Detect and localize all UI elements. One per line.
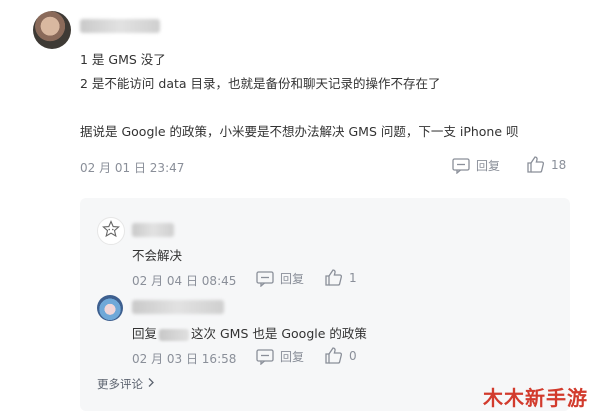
- reply-icon: [452, 157, 470, 174]
- reply-2-timestamp: 02 月 03 日 16:58: [132, 352, 237, 366]
- comment-line-3: 据说是 Google 的政策，小米要是不想办法解决 GMS 问题，下一支 iPh…: [80, 124, 519, 139]
- reply-2-mention-redacted[interactable]: [159, 328, 190, 341]
- commenter-avatar[interactable]: [33, 11, 71, 49]
- reply-2-prefix: 回复: [132, 326, 158, 341]
- reply-2-avatar[interactable]: [97, 295, 123, 321]
- reply-1-reply-label: 回复: [280, 272, 305, 286]
- reply-1-like-count: 1: [349, 270, 357, 285]
- comment-line-1: 1 是 GMS 没了: [80, 52, 166, 67]
- comment-reply-label: 回复: [476, 159, 501, 173]
- reply-2-like-count: 0: [349, 348, 357, 363]
- thumbs-up-icon: [526, 155, 545, 174]
- reply-1-avatar[interactable]: [97, 217, 125, 245]
- reply-1-text: 不会解决: [132, 248, 183, 263]
- reply-1-timestamp: 02 月 04 日 08:45: [132, 274, 237, 288]
- watermark-logo: 木木新手游: [483, 386, 588, 410]
- comment-like-count: 18: [551, 157, 567, 172]
- commenter-name-redacted[interactable]: [80, 19, 160, 33]
- reply-2-like-button[interactable]: 0: [324, 346, 357, 365]
- star-avatar-icon: [102, 220, 120, 242]
- comment-reply-button[interactable]: 回复: [452, 157, 500, 174]
- thumbs-up-icon: [324, 268, 343, 287]
- comment-line-2: 2 是不能访问 data 目录，也就是备份和聊天记录的操作不存在了: [80, 76, 441, 91]
- reply-icon: [256, 348, 274, 365]
- reply-2-text-line: 回复 这次 GMS 也是 Google 的政策: [132, 326, 367, 342]
- reply-2-text: 这次 GMS 也是 Google 的政策: [191, 326, 367, 341]
- chevron-right-icon: [147, 377, 155, 391]
- reply-2-reply-label: 回复: [280, 350, 305, 364]
- reply-icon: [256, 270, 274, 287]
- more-comments-label: 更多评论: [97, 377, 143, 391]
- comment-timestamp: 02 月 01 日 23:47: [80, 161, 185, 175]
- reply-2-name-redacted[interactable]: [132, 300, 224, 314]
- comment-like-button[interactable]: 18: [526, 155, 566, 174]
- reply-2-reply-button[interactable]: 回复: [256, 348, 304, 365]
- thumbs-up-icon: [324, 346, 343, 365]
- reply-1-name-redacted[interactable]: [132, 223, 174, 237]
- reply-1-like-button[interactable]: 1: [324, 268, 357, 287]
- reply-1-reply-button[interactable]: 回复: [256, 270, 304, 287]
- more-comments-link[interactable]: 更多评论: [97, 376, 155, 392]
